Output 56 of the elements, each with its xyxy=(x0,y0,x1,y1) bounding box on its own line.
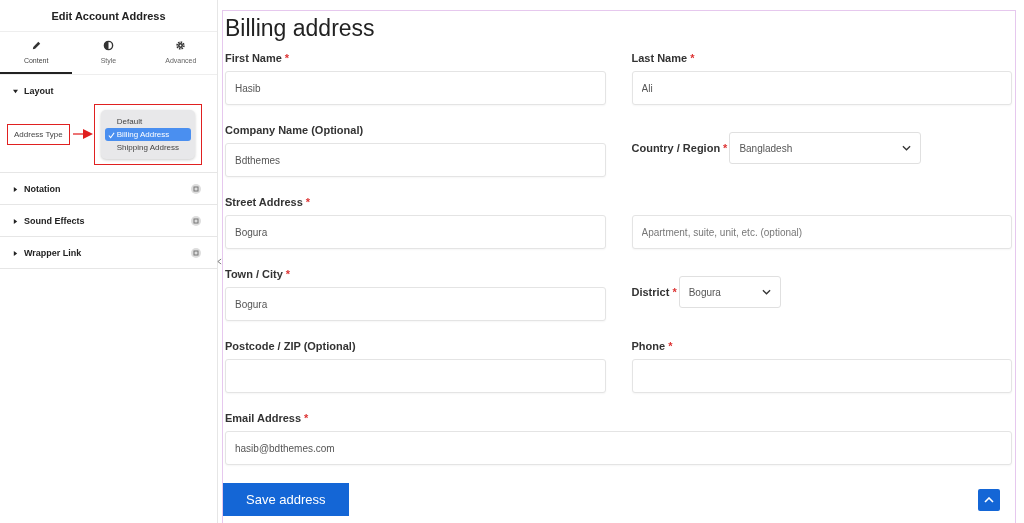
input-field[interactable]: Apartment, suite, unit, etc. (optional) xyxy=(631,215,1012,249)
input-field[interactable]: Ali xyxy=(631,71,1012,105)
field-label: Town / City xyxy=(225,268,283,280)
caret-icon xyxy=(13,218,18,224)
select-field[interactable]: Bangladesh xyxy=(729,132,922,164)
scroll-top-button[interactable] xyxy=(978,488,1000,511)
chevron-icon xyxy=(761,289,771,295)
field-label: District xyxy=(631,286,670,298)
section-header[interactable]: Layout xyxy=(0,75,67,106)
caret-icon xyxy=(13,250,18,256)
select-field[interactable]: Bogura xyxy=(678,276,781,308)
dynamic-tag-icon[interactable] xyxy=(191,184,201,194)
collapse-icon[interactable] xyxy=(217,258,222,265)
caret-icon xyxy=(13,88,18,94)
field-label: Last Name xyxy=(631,52,688,64)
input-field[interactable]: Hasib xyxy=(225,71,606,105)
dynamic-tag-icon[interactable] xyxy=(191,248,201,258)
settings-icon xyxy=(175,40,187,51)
input-field[interactable]: Bdthemes xyxy=(225,143,606,177)
save-button[interactable]: Save address xyxy=(223,483,349,516)
check-icon xyxy=(107,131,115,139)
field-label: Phone xyxy=(631,340,666,352)
field-label: Postcode / ZIP (Optional) xyxy=(225,340,356,352)
contrast-icon xyxy=(103,40,114,51)
field-label: Country / Region xyxy=(631,142,721,154)
input-field[interactable]: hasib@bdthemes.com xyxy=(225,431,1012,465)
field-label: Email Address xyxy=(225,412,301,424)
required-mark: * xyxy=(690,52,695,64)
chevron-icon xyxy=(902,145,912,151)
required-mark: * xyxy=(668,340,673,352)
caret-icon xyxy=(13,186,18,192)
required-mark: * xyxy=(304,412,309,424)
dropdown-option[interactable]: Shipping Address xyxy=(104,140,191,154)
input-field[interactable] xyxy=(631,359,1012,393)
required-mark: * xyxy=(305,196,311,208)
panel-title: Edit Account Address xyxy=(0,0,217,32)
pencil-icon xyxy=(30,40,42,51)
chevron-up-icon xyxy=(984,496,994,503)
field-label: First Name xyxy=(225,52,282,64)
input-field[interactable]: Bogura xyxy=(225,215,606,249)
field-label: Company Name (Optional) xyxy=(225,124,364,136)
required-mark: * xyxy=(672,286,677,298)
section-header[interactable]: Wrapper Link xyxy=(0,237,95,268)
pointer-arrow-icon xyxy=(71,129,94,139)
dropdown-option[interactable]: Default xyxy=(104,114,191,128)
section-header[interactable]: Sound Effects xyxy=(0,205,98,236)
control-label: Address Type xyxy=(7,123,70,145)
required-mark: * xyxy=(284,52,290,64)
required-mark: * xyxy=(723,142,728,154)
dynamic-tag-icon[interactable] xyxy=(191,216,201,226)
input-field[interactable] xyxy=(225,359,606,393)
required-mark: * xyxy=(285,268,291,280)
input-field[interactable]: Bogura xyxy=(225,287,606,321)
section-header[interactable]: Notation xyxy=(0,173,74,204)
form-title: Billing address xyxy=(225,15,376,42)
field-label: Street Address xyxy=(225,196,303,208)
